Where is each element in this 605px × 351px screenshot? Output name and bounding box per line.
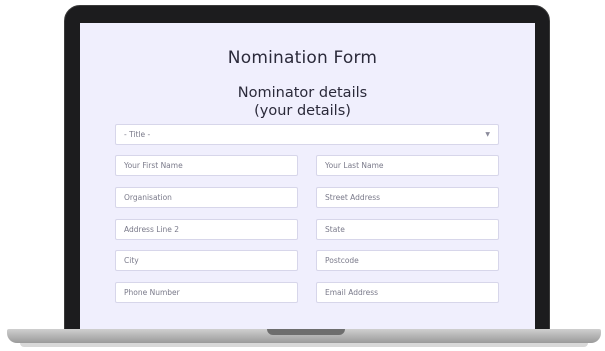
section-title: Nominator details (your details) — [0, 84, 605, 120]
laptop-mockup: Nomination Form Nominator details (your … — [0, 0, 605, 351]
phone-number-placeholder: Phone Number — [124, 288, 180, 297]
email-address-placeholder: Email Address — [325, 288, 379, 297]
title-select[interactable]: - Title - ▼ — [115, 124, 499, 145]
organisation-placeholder: Organisation — [124, 193, 172, 202]
address-line2-placeholder: Address Line 2 — [124, 225, 180, 234]
first-name-placeholder: Your First Name — [124, 161, 183, 170]
form-title: Nomination Form — [227, 48, 378, 68]
street-address-field[interactable]: Street Address — [316, 187, 499, 208]
postcode-placeholder: Postcode — [325, 256, 359, 265]
title-select-value: - Title - — [124, 130, 151, 139]
section-title-line1: Nominator details — [237, 85, 368, 101]
state-field[interactable]: State — [316, 219, 499, 240]
city-placeholder: City — [124, 256, 139, 265]
first-name-field[interactable]: Your First Name — [115, 155, 298, 176]
chevron-down-icon: ▼ — [485, 131, 490, 138]
organisation-field[interactable]: Organisation — [115, 187, 298, 208]
postcode-field[interactable]: Postcode — [316, 250, 499, 271]
street-address-placeholder: Street Address — [325, 193, 381, 202]
email-address-field[interactable]: Email Address — [316, 282, 499, 303]
address-line2-field[interactable]: Address Line 2 — [115, 219, 298, 240]
last-name-placeholder: Your Last Name — [325, 161, 384, 170]
phone-number-field[interactable]: Phone Number — [115, 282, 298, 303]
laptop-base-shadow — [20, 343, 588, 347]
section-title-line2: (your details) — [254, 103, 351, 119]
last-name-field[interactable]: Your Last Name — [316, 155, 499, 176]
laptop-base-notch — [267, 329, 345, 335]
state-placeholder: State — [325, 225, 345, 234]
city-field[interactable]: City — [115, 250, 298, 271]
